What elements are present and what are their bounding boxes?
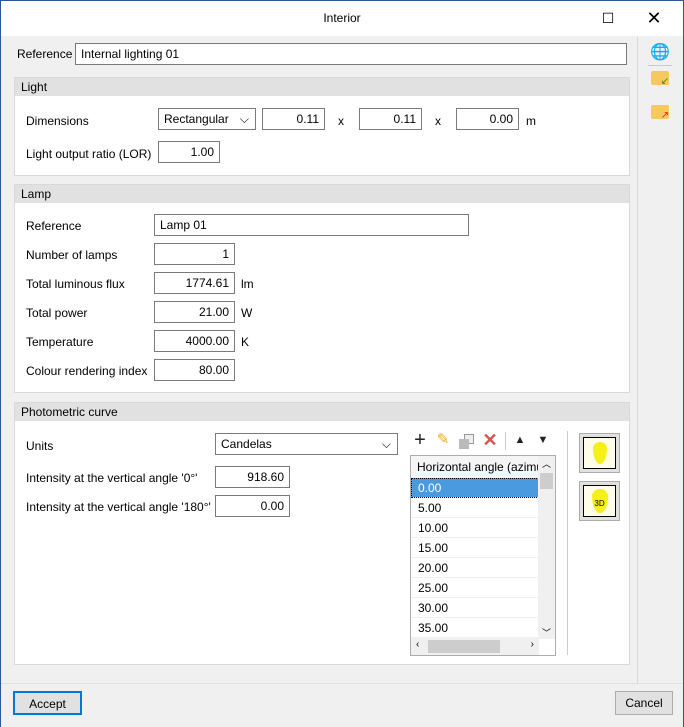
copy-icon[interactable] — [458, 432, 476, 450]
lamp-header: Lamp — [15, 185, 629, 203]
power-input[interactable]: 21.00 — [154, 301, 235, 323]
dimensions-label: Dimensions — [26, 114, 89, 128]
lor-input[interactable]: 1.00 — [158, 141, 220, 163]
power-label: Total power — [26, 306, 88, 320]
add-icon[interactable]: + — [411, 430, 429, 450]
temperature-label: Temperature — [26, 335, 94, 349]
units-value: Candelas — [221, 437, 272, 451]
vertical-scrollbar[interactable]: ︿ ﹀ — [538, 456, 555, 639]
shape-value: Rectangular — [164, 112, 229, 126]
chevron-down-icon: ⌵ — [381, 437, 391, 451]
units-label: Units — [26, 439, 54, 453]
title-bar: Interior ☐ ✕ — [1, 1, 683, 36]
maximize-icon[interactable]: ☐ — [585, 1, 631, 36]
temperature-unit: K — [241, 335, 250, 349]
list-item[interactable]: 25.00 — [411, 578, 539, 598]
cri-label: Colour rendering index — [26, 364, 148, 378]
pencil-icon[interactable]: ✎ — [434, 430, 452, 450]
flux-unit: lm — [241, 277, 254, 291]
list-item[interactable]: 10.00 — [411, 518, 539, 538]
column-header[interactable]: Horizontal angle (azimu — [411, 456, 539, 478]
delete-icon[interactable]: ✕ — [481, 430, 499, 450]
temperature-input[interactable]: 4000.00 — [154, 330, 235, 352]
unit-label: m — [526, 114, 536, 128]
intensity-0-label: Intensity at the vertical angle '0°' — [26, 471, 198, 485]
units-select[interactable]: Candelas ⌵ — [215, 433, 398, 455]
move-up-icon[interactable]: ▲ — [512, 431, 528, 449]
times-label: x — [435, 114, 441, 128]
photometric-header: Photometric curve — [15, 403, 629, 421]
move-down-icon[interactable]: ▼ — [535, 431, 551, 449]
dimension-2-input[interactable]: 0.11 — [359, 108, 422, 130]
shape-select[interactable]: Rectangular ⌵ — [158, 108, 256, 130]
cancel-button[interactable]: Cancel — [615, 691, 673, 715]
horizontal-angle-list[interactable]: Horizontal angle (azimu 0.00 5.00 10.00 15.… — [410, 455, 556, 656]
times-label: x — [338, 114, 344, 128]
folder-open-icon[interactable]: ↙ — [651, 71, 669, 87]
2d-curve-button[interactable] — [579, 433, 620, 473]
list-item[interactable]: 0.00 — [411, 478, 539, 498]
power-unit: W — [241, 306, 253, 320]
dimension-3-input[interactable]: 0.00 — [456, 108, 519, 130]
num-lamps-input[interactable]: 1 — [154, 243, 235, 265]
list-item[interactable]: 35.00 — [411, 618, 539, 638]
intensity-180-input[interactable]: 0.00 — [215, 495, 290, 517]
dimension-1-input[interactable]: 0.11 — [262, 108, 325, 130]
chevron-down-icon: ⌵ — [239, 112, 249, 126]
reference-input[interactable]: Internal lighting 01 — [75, 43, 627, 65]
dialog-window: Interior ☐ ✕ Reference Internal lighting… — [0, 0, 684, 727]
intensity-180-label: Intensity at the vertical angle '180°' — [26, 500, 211, 514]
close-icon[interactable]: ✕ — [631, 1, 677, 36]
horizontal-scrollbar[interactable]: ‹ › — [411, 638, 539, 655]
lamp-reference-input[interactable]: Lamp 01 — [154, 214, 469, 236]
window-title: Interior — [323, 11, 361, 25]
reference-label: Reference — [17, 47, 73, 61]
list-item[interactable]: 15.00 — [411, 538, 539, 558]
accept-button[interactable]: Accept — [13, 691, 82, 715]
globe-import-icon[interactable]: 🌐 — [650, 42, 670, 62]
lor-label: Light output ratio (LOR) — [26, 147, 152, 161]
list-item[interactable]: 30.00 — [411, 598, 539, 618]
3d-curve-button[interactable]: 3D — [579, 481, 620, 521]
lamp-reference-label: Reference — [26, 219, 82, 233]
flux-label: Total luminous flux — [26, 277, 125, 291]
intensity-0-input[interactable]: 918.60 — [215, 466, 290, 488]
cri-input[interactable]: 80.00 — [154, 359, 235, 381]
light-header: Light — [15, 78, 629, 96]
list-item[interactable]: 20.00 — [411, 558, 539, 578]
folder-export-icon[interactable]: ↗ — [651, 105, 669, 121]
lamp-curve-icon — [592, 442, 607, 464]
flux-input[interactable]: 1774.61 — [154, 272, 235, 294]
num-lamps-label: Number of lamps — [26, 248, 118, 262]
list-item[interactable]: 5.00 — [411, 498, 539, 518]
lamp-3d-icon: 3D — [591, 489, 608, 513]
